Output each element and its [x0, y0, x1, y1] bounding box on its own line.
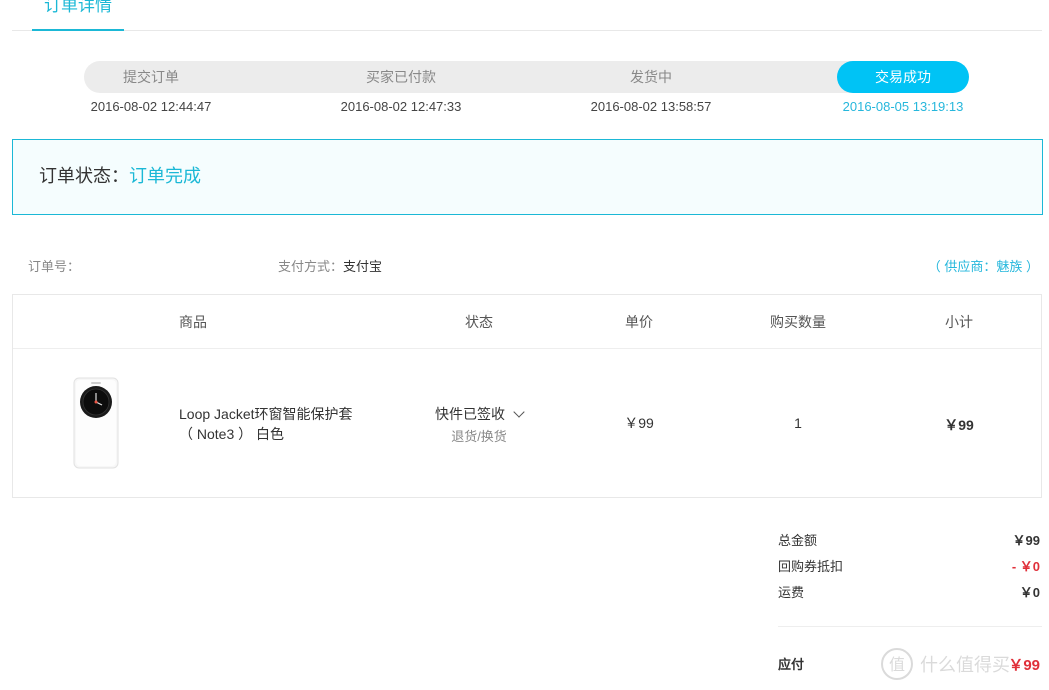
step-shipping-time: 2016-08-02 13:58:57 [590, 99, 712, 114]
step-buyer-paid: 买家已付款 [366, 69, 436, 85]
col-subtotal: 小计 [945, 314, 973, 330]
table-row: Loop Jacket环窗智能保护套 （ Note3 ） 白色 快件已签收 退货… [13, 349, 1041, 497]
supplier-link[interactable]: （ 供应商：魅族 ） [928, 256, 1039, 275]
order-status-box: 订单状态：订单完成 [12, 139, 1043, 215]
step-paid-time: 2016-08-02 12:47:33 [340, 99, 462, 114]
svg-text:值: 值 [889, 655, 905, 674]
coupon-row: 回购券抵扣 - ￥0 [778, 556, 1040, 582]
product-name-line1: Loop Jacket环窗智能保护套 [179, 406, 353, 422]
col-status: 状态 [465, 314, 493, 330]
step-submit-time: 2016-08-02 12:44:47 [90, 99, 212, 114]
step-submit-order: 提交订单 [123, 69, 179, 85]
total-amount-value: ￥99 [1012, 533, 1040, 548]
payable-label: 应付 [778, 657, 805, 672]
shipment-status-text: 快件已签收 [435, 406, 505, 422]
order-totals: 总金额 ￥99 回购券抵扣 - ￥0 运费 ￥0 应付 ￥99 [778, 530, 1042, 674]
page-header: 订单详情 [12, 0, 1042, 31]
order-number: 订单号： [28, 256, 80, 275]
payment-method-value: 支付宝 [343, 259, 383, 274]
product-name[interactable]: Loop Jacket环窗智能保护套 （ Note3 ） 白色 [179, 404, 379, 444]
totals-divider [778, 626, 1042, 627]
product-name-line2: （ Note3 ） 白色 [179, 426, 285, 442]
col-product: 商品 [179, 314, 207, 330]
watermark-text: 什么值得买 [920, 655, 1010, 675]
total-amount-row: 总金额 ￥99 [778, 530, 1040, 556]
tab-order-details[interactable]: 订单详情 [32, 0, 124, 31]
shipping-row: 运费 ￥0 [778, 582, 1040, 608]
order-items-table: 商品 状态 单价 购买数量 小计 Loop Jacket环窗智能保护套 （ No… [12, 294, 1042, 498]
payment-method-label: 支付方式： [278, 259, 344, 274]
step-transaction-success: 交易成功 [837, 61, 969, 93]
shipment-status: 快件已签收 退货/换货 [419, 404, 539, 445]
step-success-time: 2016-08-05 13:19:13 [842, 99, 964, 114]
step-shipping: 发货中 [630, 69, 672, 85]
coupon-label: 回购券抵扣 [778, 559, 844, 574]
watermark: 值 什么值得买 [880, 646, 1010, 682]
quantity: 1 [794, 415, 802, 431]
total-amount-label: 总金额 [778, 533, 818, 548]
order-status-label: 订单状态： [39, 166, 129, 186]
table-header: 商品 状态 单价 购买数量 小计 [13, 295, 1041, 349]
order-status: 订单状态：订单完成 [39, 162, 201, 188]
order-status-value: 订单完成 [129, 166, 201, 186]
zhi-logo-icon: 值 [881, 648, 913, 680]
product-image[interactable] [71, 377, 121, 469]
row-subtotal: ￥99 [944, 417, 974, 433]
order-number-label: 订单号： [28, 259, 81, 274]
shipping-label: 运费 [778, 585, 805, 600]
coupon-value: - ￥0 [1011, 559, 1040, 574]
payment-method: 支付方式：支付宝 [278, 256, 382, 275]
col-quantity: 购买数量 [770, 314, 826, 330]
unit-price: ￥99 [624, 415, 654, 431]
return-exchange-link[interactable]: 退货/换货 [419, 426, 539, 445]
shipping-value: ￥0 [1019, 585, 1040, 600]
chevron-down-icon[interactable] [513, 406, 525, 418]
payable-value: ￥99 [1008, 657, 1040, 674]
col-unit-price: 单价 [625, 314, 653, 330]
